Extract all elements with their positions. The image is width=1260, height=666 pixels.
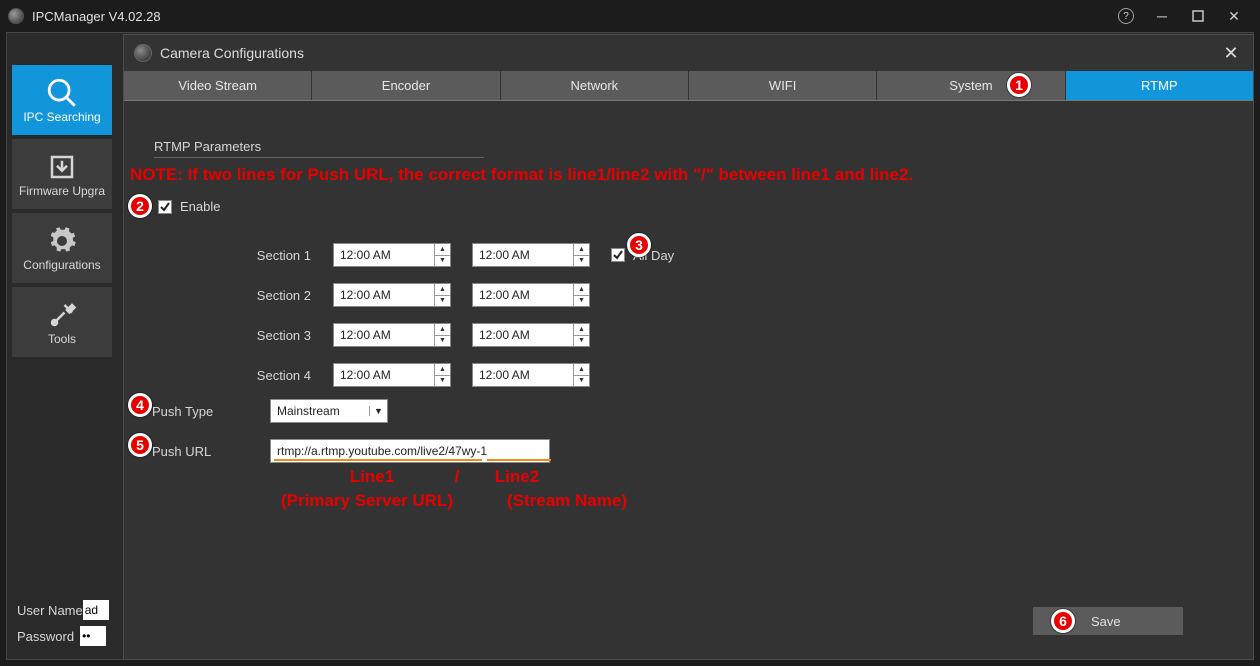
section-row: Section 412:00 AM▲▼12:00 AM▲▼ <box>188 355 674 395</box>
minimize-button[interactable]: ─ <box>1144 4 1180 28</box>
search-icon <box>45 76 79 110</box>
tools-icon <box>47 298 77 332</box>
section-4-from-spinner[interactable]: 12:00 AM▲▼ <box>333 363 451 387</box>
tab-system[interactable]: System <box>877 71 1064 100</box>
section-4-to-spinner[interactable]: 12:00 AM▲▼ <box>472 363 590 387</box>
spinner-up-icon[interactable]: ▲ <box>435 364 450 376</box>
spinner-down-icon[interactable]: ▼ <box>435 336 450 347</box>
section-2-from-spinner[interactable]: 12:00 AM▲▼ <box>333 283 451 307</box>
maximize-button[interactable] <box>1180 4 1216 28</box>
download-icon <box>47 150 77 184</box>
close-button[interactable]: ✕ <box>1216 4 1252 28</box>
chevron-down-icon: ▼ <box>369 406 387 416</box>
annotation-marker-3: 3 <box>627 233 651 257</box>
app-title: IPCManager V4.02.28 <box>32 9 1108 24</box>
sidebar-item-label: IPC Searching <box>12 110 112 124</box>
enable-label: Enable <box>180 199 220 214</box>
username-label: User Name <box>17 603 83 618</box>
rtmp-params-label: RTMP Parameters <box>154 139 261 154</box>
spinner-down-icon[interactable]: ▼ <box>574 296 589 307</box>
divider <box>154 157 484 158</box>
sidebar-item-label: Configurations <box>12 258 112 272</box>
spinner-up-icon[interactable]: ▲ <box>435 324 450 336</box>
section-3-from-spinner[interactable]: 12:00 AM▲▼ <box>333 323 451 347</box>
time-value: 12:00 AM <box>334 248 434 262</box>
section-2-to-spinner[interactable]: 12:00 AM▲▼ <box>472 283 590 307</box>
annotation-marker-4: 4 <box>128 393 152 417</box>
spinner-down-icon[interactable]: ▼ <box>574 376 589 387</box>
allday-checkbox[interactable] <box>611 248 625 262</box>
spinner-down-icon[interactable]: ▼ <box>574 336 589 347</box>
dialog-title: Camera Configurations <box>160 45 304 61</box>
tab-bar: Video Stream Encoder Network WIFI System… <box>124 71 1253 101</box>
dialog-close-button[interactable]: ✕ <box>1219 43 1243 64</box>
section-row: Section 312:00 AM▲▼12:00 AM▲▼ <box>188 315 674 355</box>
section-row: Section 112:00 AM▲▼12:00 AM▲▼All Day <box>188 235 674 275</box>
spinner-up-icon[interactable]: ▲ <box>574 244 589 256</box>
tab-network[interactable]: Network <box>501 71 688 100</box>
tab-rtmp[interactable]: RTMP <box>1066 71 1253 100</box>
tab-encoder[interactable]: Encoder <box>312 71 499 100</box>
spinner-up-icon[interactable]: ▲ <box>435 284 450 296</box>
spinner-down-icon[interactable]: ▼ <box>574 256 589 267</box>
tab-video-stream[interactable]: Video Stream <box>124 71 311 100</box>
sidebar-item-ipc-searching[interactable]: IPC Searching <box>12 65 112 135</box>
password-label: Password <box>17 629 74 644</box>
section-label: Section 3 <box>188 328 333 343</box>
tab-wifi[interactable]: WIFI <box>689 71 876 100</box>
spinner-down-icon[interactable]: ▼ <box>435 296 450 307</box>
time-value: 12:00 AM <box>334 368 434 382</box>
camera-icon <box>134 44 152 62</box>
spinner-down-icon[interactable]: ▼ <box>435 376 450 387</box>
push-type-label: Push Type <box>152 404 270 419</box>
annotation-marker-2: 2 <box>128 194 152 218</box>
enable-checkbox[interactable] <box>158 200 172 214</box>
annotation-labels: Line1 / Line2 (Primary Server URL) (Stre… <box>252 467 652 511</box>
sidebar-item-label: Tools <box>12 332 112 346</box>
annotation-marker-1: 1 <box>1007 73 1031 97</box>
section-1-to-spinner[interactable]: 12:00 AM▲▼ <box>472 243 590 267</box>
section-label: Section 4 <box>188 368 333 383</box>
help-icon: ? <box>1118 8 1134 24</box>
annotation-marker-6: 6 <box>1051 609 1075 633</box>
annotation-marker-5: 5 <box>128 433 152 457</box>
username-input[interactable] <box>83 600 109 620</box>
help-button[interactable]: ? <box>1108 4 1144 28</box>
section-label: Section 1 <box>188 248 333 263</box>
time-value: 12:00 AM <box>473 248 573 262</box>
note-text: NOTE: If two lines for Push URL, the cor… <box>130 165 913 185</box>
sidebar: IPC Searching Firmware Upgra Configurati… <box>7 33 115 659</box>
spinner-down-icon[interactable]: ▼ <box>435 256 450 267</box>
login-form: User Name Password <box>17 597 109 649</box>
push-type-value: Mainstream <box>271 404 369 418</box>
save-label: Save <box>1091 614 1121 629</box>
time-value: 12:00 AM <box>473 368 573 382</box>
push-url-label: Push URL <box>152 444 270 459</box>
push-type-select[interactable]: Mainstream ▼ <box>270 399 388 423</box>
time-value: 12:00 AM <box>334 328 434 342</box>
spinner-up-icon[interactable]: ▲ <box>574 284 589 296</box>
sidebar-item-firmware-upgrade[interactable]: Firmware Upgra <box>12 139 112 209</box>
gear-icon <box>47 224 77 258</box>
spinner-up-icon[interactable]: ▲ <box>574 364 589 376</box>
spinner-up-icon[interactable]: ▲ <box>574 324 589 336</box>
section-row: Section 212:00 AM▲▼12:00 AM▲▼ <box>188 275 674 315</box>
section-label: Section 2 <box>188 288 333 303</box>
section-1-from-spinner[interactable]: 12:00 AM▲▼ <box>333 243 451 267</box>
password-input[interactable] <box>80 626 106 646</box>
sidebar-item-tools[interactable]: Tools <box>12 287 112 357</box>
section-3-to-spinner[interactable]: 12:00 AM▲▼ <box>472 323 590 347</box>
time-value: 12:00 AM <box>334 288 434 302</box>
time-value: 12:00 AM <box>473 328 573 342</box>
sidebar-item-label: Firmware Upgra <box>12 184 112 198</box>
sidebar-item-configurations[interactable]: Configurations <box>12 213 112 283</box>
app-icon <box>8 8 24 24</box>
titlebar: IPCManager V4.02.28 ? ─ ✕ <box>0 0 1260 32</box>
time-value: 12:00 AM <box>473 288 573 302</box>
spinner-up-icon[interactable]: ▲ <box>435 244 450 256</box>
camera-config-dialog: Camera Configurations ✕ Video Stream Enc… <box>123 34 1254 660</box>
